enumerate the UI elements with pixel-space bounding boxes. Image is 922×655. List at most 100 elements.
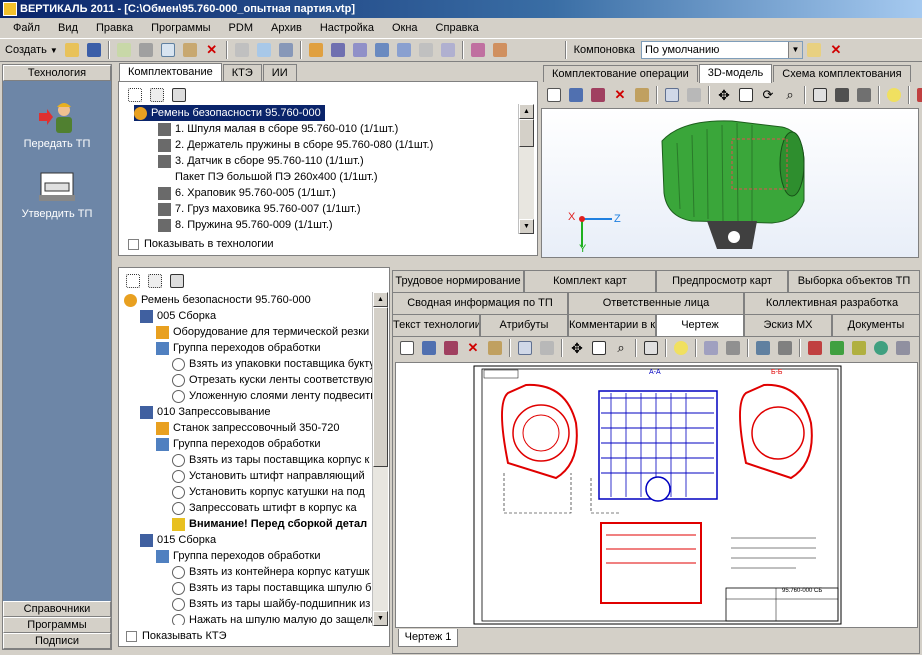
- tool-e-button[interactable]: [394, 40, 414, 60]
- tech-tree-item[interactable]: 010 Запрессовывание: [140, 404, 271, 420]
- tech-tree-item[interactable]: Взять из тары поставщика шпулю б: [172, 580, 371, 596]
- model-edit-button[interactable]: [588, 85, 608, 105]
- tab-collaboration[interactable]: Коллективная разработка: [744, 292, 920, 314]
- drawing-pan-button[interactable]: ✥: [567, 338, 587, 358]
- left-panel-header[interactable]: Технология: [3, 65, 111, 81]
- tree-option-button[interactable]: [169, 85, 189, 105]
- tech-tree-item[interactable]: Взять из контейнера корпус катушк: [172, 564, 370, 580]
- drawing-canvas[interactable]: 95.760-000 СБ А-А Б-Б: [395, 362, 918, 628]
- top-tree-scrollbar[interactable]: ▲ ▼: [518, 104, 534, 234]
- model-delete-button[interactable]: ✕: [610, 85, 630, 105]
- tech-tree-item[interactable]: Взять из тары поставщика корпус к: [172, 452, 369, 468]
- tab-attributes[interactable]: Атрибуты: [480, 314, 568, 336]
- approve-tp-item[interactable]: Утвердить ТП: [3, 169, 111, 220]
- tab-kte[interactable]: КТЭ: [222, 64, 262, 81]
- model-copy-button[interactable]: [662, 85, 682, 105]
- model-paste-button[interactable]: [684, 85, 704, 105]
- scroll-down-button[interactable]: ▼: [519, 219, 534, 234]
- tab-summary[interactable]: Сводная информация по ТП: [392, 292, 568, 314]
- tool-g-button[interactable]: [438, 40, 458, 60]
- drawing-view-button[interactable]: [641, 338, 661, 358]
- tech-tree-item[interactable]: Группа переходов обработки: [156, 436, 321, 452]
- tech-tree-item[interactable]: Нажать на шпулю малую до защелк: [172, 612, 372, 625]
- menu-pdm[interactable]: PDM: [220, 18, 262, 38]
- tool-b-button[interactable]: [328, 40, 348, 60]
- expand-all-button[interactable]: [123, 271, 143, 291]
- tech-tree-item[interactable]: Уложенную слоями ленту подвесить: [172, 388, 372, 404]
- bottom-tree-root[interactable]: Ремень безопасности 95.760-000: [124, 292, 311, 308]
- tech-tree-item[interactable]: Взять из тары шайбу-подшипник из: [172, 596, 370, 612]
- tech-tree-item[interactable]: Группа переходов обработки: [156, 340, 321, 356]
- tech-tree-item[interactable]: Установить корпус катушки на под: [172, 484, 365, 500]
- scroll-thumb[interactable]: [373, 307, 388, 467]
- bottom-tree-option-button[interactable]: [167, 271, 187, 291]
- drawing-fit-button[interactable]: [589, 338, 609, 358]
- zoom-button[interactable]: ⌕: [780, 85, 800, 105]
- tab-documents[interactable]: Документы: [832, 314, 920, 336]
- drawing-settings-button[interactable]: [893, 338, 913, 358]
- export-button[interactable]: [914, 85, 922, 105]
- render-button[interactable]: [832, 85, 852, 105]
- drawing-paste-button[interactable]: [537, 338, 557, 358]
- drawing-tool-c-button[interactable]: [753, 338, 773, 358]
- new-button[interactable]: [544, 85, 564, 105]
- collapse-all-button[interactable]: [145, 271, 165, 291]
- tab-object-selection[interactable]: Выборка объектов ТП: [788, 270, 920, 292]
- tech-tree-item[interactable]: Внимание! Перед сборкой детал: [172, 516, 367, 532]
- tech-tree-item[interactable]: Оборудование для термической резки: [156, 324, 369, 340]
- delete-button[interactable]: ✕: [202, 40, 222, 60]
- tree-item[interactable]: Пакет ПЭ большой ПЭ 260х400 (1/1шт.): [158, 169, 378, 185]
- tree-item[interactable]: 2. Держатель пружины в сборе 95.760-080 …: [158, 137, 433, 153]
- scroll-up-button[interactable]: ▲: [373, 292, 388, 307]
- drawing-refresh-button[interactable]: [871, 338, 891, 358]
- tech-tree-item[interactable]: Взять из упаковки поставщика букту: [172, 356, 372, 372]
- tab-labor-rating[interactable]: Трудовое нормирование: [392, 270, 524, 292]
- sheet-tab[interactable]: Чертеж 1: [398, 629, 458, 647]
- paste-button[interactable]: [180, 40, 200, 60]
- tech-tree-item[interactable]: Группа переходов обработки: [156, 548, 321, 564]
- expand-button[interactable]: [125, 85, 145, 105]
- drawing-tool-d-button[interactable]: [775, 338, 795, 358]
- tab-tech-text[interactable]: Текст технологии: [392, 314, 480, 336]
- bottom-tree-scrollbar[interactable]: ▲ ▼: [372, 292, 388, 626]
- pan-button[interactable]: ✥: [714, 85, 734, 105]
- shade-button[interactable]: [854, 85, 874, 105]
- tech-tree-item[interactable]: Установить штифт направляющий: [172, 468, 365, 484]
- tab-ii[interactable]: ИИ: [262, 64, 297, 81]
- programs-tab[interactable]: Программы: [3, 617, 111, 633]
- tech-tree-item[interactable]: Станок запрессовочный 350-720: [156, 420, 340, 436]
- menu-programs[interactable]: Программы: [142, 18, 219, 38]
- tab-drawing[interactable]: Чертеж: [656, 314, 744, 336]
- tool-i-button[interactable]: [490, 40, 510, 60]
- layout-save-button[interactable]: [804, 40, 824, 60]
- layout-select[interactable]: По умолчанию ▼: [641, 41, 803, 59]
- layout-button[interactable]: [276, 40, 296, 60]
- collapse-button[interactable]: [147, 85, 167, 105]
- tree-item[interactable]: 1. Шпуля малая в сборе 95.760-010 (1/1шт…: [158, 121, 398, 137]
- menu-edit[interactable]: Правка: [87, 18, 142, 38]
- menu-help[interactable]: Справка: [427, 18, 488, 38]
- tab-operation-assembly[interactable]: Комплектование операции: [543, 65, 698, 82]
- menu-view[interactable]: Вид: [49, 18, 87, 38]
- references-tab[interactable]: Справочники: [3, 601, 111, 617]
- signatures-tab[interactable]: Подписи: [3, 633, 111, 649]
- sort-button[interactable]: [114, 40, 134, 60]
- drawing-import-button[interactable]: [827, 338, 847, 358]
- drawing-edit-button[interactable]: [441, 338, 461, 358]
- tab-card-preview[interactable]: Предпросмотр карт: [656, 270, 788, 292]
- save-button[interactable]: [84, 40, 104, 60]
- tab-card-set[interactable]: Комплект карт: [524, 270, 656, 292]
- drawing-zoom-button[interactable]: ⌕: [611, 338, 631, 358]
- cut-button[interactable]: [136, 40, 156, 60]
- tool-c-button[interactable]: [350, 40, 370, 60]
- tree-item[interactable]: 3. Датчик в сборе 95.760-110 (1/1шт.): [158, 153, 364, 169]
- model-open-button[interactable]: [566, 85, 586, 105]
- menu-archive[interactable]: Архив: [262, 18, 311, 38]
- scroll-thumb[interactable]: [519, 119, 534, 147]
- show-kte-checkbox[interactable]: Показывать КТЭ: [126, 630, 226, 642]
- copy-button[interactable]: [158, 40, 178, 60]
- drawing-new-button[interactable]: [397, 338, 417, 358]
- zoom-fit-button[interactable]: [736, 85, 756, 105]
- preview-button[interactable]: [254, 40, 274, 60]
- tab-assembly-scheme[interactable]: Схема комплектования: [773, 65, 911, 82]
